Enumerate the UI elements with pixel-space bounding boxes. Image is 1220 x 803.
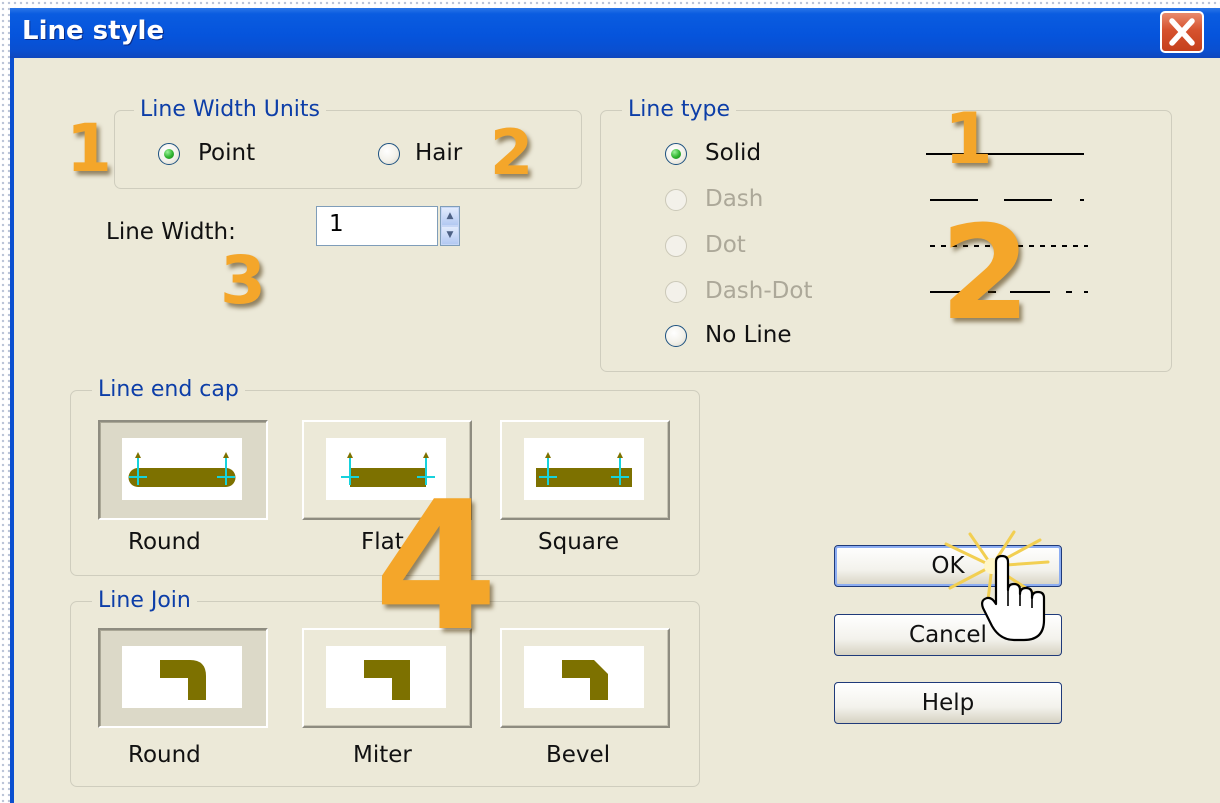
annotation-number: 2 <box>940 197 1031 349</box>
annotation-number: 3 <box>220 242 266 319</box>
square-cap-icon <box>524 438 644 500</box>
solid-radio[interactable] <box>665 143 687 165</box>
line-type-legend: Line type <box>622 97 736 123</box>
hand-pointer-icon <box>981 554 1046 642</box>
dot-radio[interactable] <box>665 235 687 257</box>
point-radio[interactable] <box>158 143 180 165</box>
spin-up-icon[interactable]: ▲ <box>442 208 458 225</box>
no-line-label[interactable]: No Line <box>705 321 792 349</box>
end-cap-square-label: Square <box>538 529 619 555</box>
dash-dot-label[interactable]: Dash-Dot <box>705 277 812 305</box>
hair-label[interactable]: Hair <box>415 139 462 167</box>
dialog-body: Line Width Units Point Hair Line Width: … <box>10 58 1220 803</box>
annotation-number: 2 <box>490 116 534 189</box>
line-width-label: Line Width: <box>106 219 236 245</box>
dash-dot-radio[interactable] <box>665 281 687 303</box>
spin-down-icon[interactable]: ▼ <box>442 227 458 244</box>
title-bar: Line style <box>10 8 1220 58</box>
line-join-legend: Line Join <box>92 588 197 614</box>
close-button[interactable] <box>1160 11 1204 53</box>
round-cap-icon <box>122 438 242 500</box>
line-width-input[interactable]: 1 <box>316 206 438 246</box>
no-line-radio[interactable] <box>665 325 687 347</box>
end-cap-round-button[interactable] <box>98 420 268 520</box>
line-width-spinner[interactable]: ▲ ▼ <box>440 206 460 246</box>
dot-label[interactable]: Dot <box>705 231 746 259</box>
annotation-number: 1 <box>66 110 112 187</box>
line-end-cap-legend: Line end cap <box>92 377 245 403</box>
solid-label[interactable]: Solid <box>705 139 761 167</box>
end-cap-round-label: Round <box>128 529 201 555</box>
bevel-join-icon <box>524 646 644 708</box>
join-bevel-label: Bevel <box>546 742 611 768</box>
join-round-label: Round <box>128 742 201 768</box>
join-round-button[interactable] <box>98 628 268 728</box>
annotation-number: 4 <box>374 463 498 670</box>
annotation-number: 1 <box>944 98 993 180</box>
round-join-icon <box>122 646 242 708</box>
line-width-units-legend: Line Width Units <box>134 97 326 123</box>
join-miter-label: Miter <box>353 742 412 768</box>
point-label[interactable]: Point <box>198 139 255 167</box>
dash-radio[interactable] <box>665 189 687 211</box>
hair-radio[interactable] <box>378 143 400 165</box>
window-title: Line style <box>22 16 165 46</box>
end-cap-square-button[interactable] <box>500 420 670 520</box>
help-button[interactable]: Help <box>834 682 1062 724</box>
line-style-dialog: Line style Line Width Units Point Hair L… <box>10 8 1220 803</box>
close-x-icon <box>1169 18 1195 46</box>
join-bevel-button[interactable] <box>500 628 670 728</box>
dash-label[interactable]: Dash <box>705 185 763 213</box>
